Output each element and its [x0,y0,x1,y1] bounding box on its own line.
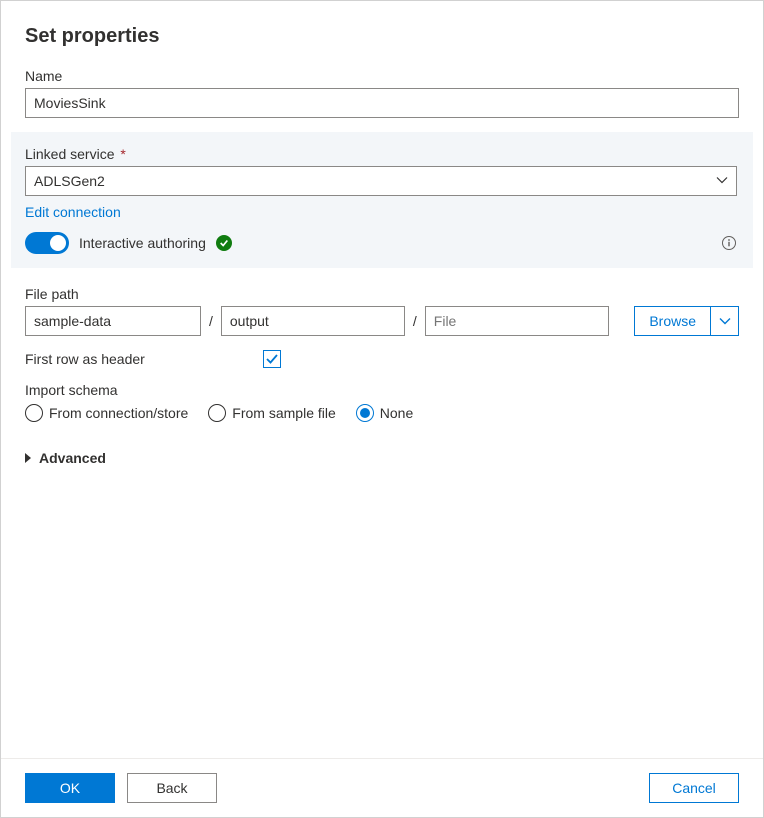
radio-icon-selected [356,404,374,422]
linked-service-label: Linked service * [25,146,737,162]
interactive-authoring-toggle[interactable] [25,232,69,254]
edit-connection-link[interactable]: Edit connection [25,204,121,220]
panel-title: Set properties [1,1,763,58]
file-path-file-input[interactable] [425,306,609,336]
browse-button[interactable]: Browse [634,306,711,336]
radio-label: From sample file [232,405,335,421]
interactive-authoring-row: Interactive authoring [25,232,737,254]
file-path-container-input[interactable] [25,306,201,336]
linked-service-select[interactable]: ADLSGen2 [25,166,737,196]
browse-group: Browse [634,306,739,336]
import-schema-radios: From connection/store From sample file N… [25,404,739,422]
file-path-row: / / Browse [25,306,739,336]
chevron-down-icon [716,173,728,189]
advanced-label: Advanced [39,450,106,466]
cancel-button[interactable]: Cancel [649,773,739,803]
import-schema-option-connection[interactable]: From connection/store [25,404,188,422]
advanced-expander[interactable]: Advanced [25,450,739,466]
path-separator-1: / [209,313,213,329]
path-separator-2: / [413,313,417,329]
radio-icon [25,404,43,422]
first-row-header-field: First row as header [25,350,739,368]
panel-footer: OK Back Cancel [1,758,763,817]
import-schema-option-sample[interactable]: From sample file [208,404,335,422]
name-input[interactable] [25,88,739,118]
back-button[interactable]: Back [127,773,217,803]
toggle-knob [50,235,66,251]
linked-service-value: ADLSGen2 [34,173,105,189]
file-path-directory-input[interactable] [221,306,405,336]
radio-icon [208,404,226,422]
import-schema-label: Import schema [25,382,739,398]
ok-button[interactable]: OK [25,773,115,803]
linked-service-section: Linked service * ADLSGen2 Edit connectio… [11,132,753,268]
file-path-field: File path / / Browse [25,286,739,336]
interactive-authoring-label: Interactive authoring [79,235,206,251]
required-marker: * [120,146,125,162]
panel-body: Name Linked service * ADLSGen2 Edit conn… [1,58,763,758]
name-field: Name [25,68,739,118]
radio-label: From connection/store [49,405,188,421]
radio-label: None [380,405,413,421]
check-success-icon [216,235,232,251]
name-label: Name [25,68,739,84]
import-schema-option-none[interactable]: None [356,404,413,422]
browse-dropdown-button[interactable] [711,306,739,336]
file-path-label: File path [25,286,739,302]
info-icon[interactable] [721,235,737,251]
first-row-header-label: First row as header [25,351,145,367]
first-row-header-checkbox[interactable] [263,350,281,368]
chevron-right-icon [25,453,31,463]
linked-service-label-text: Linked service [25,146,115,162]
import-schema-field: Import schema From connection/store From… [25,382,739,422]
